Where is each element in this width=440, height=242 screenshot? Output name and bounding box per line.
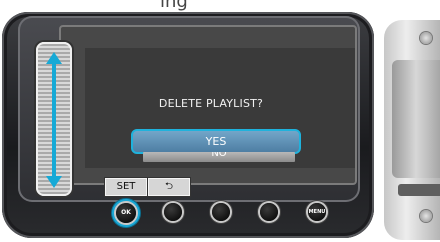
screw-icon xyxy=(420,210,432,222)
function-button-3[interactable] xyxy=(212,203,230,221)
truncated-header-text: ing xyxy=(160,0,188,12)
up-arrow-icon[interactable] xyxy=(46,52,62,64)
dialog-prompt: DELETE PLAYLIST? xyxy=(158,97,264,110)
slider-track xyxy=(52,62,56,176)
yes-button[interactable]: YES xyxy=(131,129,301,154)
function-button-4[interactable] xyxy=(260,203,278,221)
hinge-panel xyxy=(392,60,440,178)
set-button[interactable]: SET xyxy=(105,178,147,196)
screw-icon xyxy=(420,32,432,44)
no-button[interactable]: NO xyxy=(143,152,295,162)
ok-button-icon[interactable]: OK xyxy=(116,203,136,223)
hinge-slot xyxy=(398,184,440,196)
menu-button-icon[interactable]: MENU xyxy=(308,203,326,221)
function-button-2[interactable] xyxy=(164,203,182,221)
back-arrow-icon[interactable]: ⮌ xyxy=(148,178,190,196)
down-arrow-icon[interactable] xyxy=(46,176,62,188)
